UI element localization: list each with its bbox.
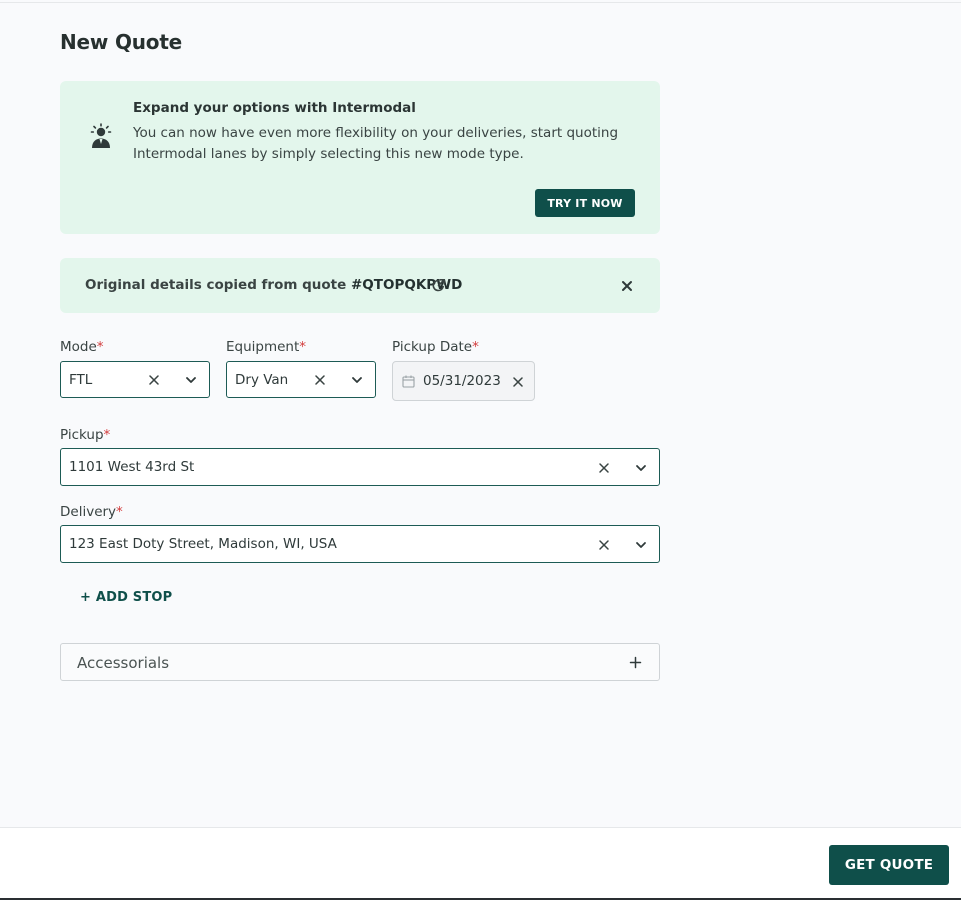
page-title: New Quote: [60, 30, 183, 54]
footer-bar: GET QUOTE: [0, 827, 961, 900]
promo-title: Expand your options with Intermodal: [133, 100, 416, 116]
try-it-now-button[interactable]: TRY IT NOW: [535, 189, 635, 217]
equipment-select[interactable]: Dry Van: [226, 361, 376, 398]
notice-prefix: Original details copied from quote: [85, 277, 351, 293]
notice-text: Original details copied from quote #QTOP…: [85, 277, 462, 293]
pickup-label-text: Pickup: [60, 427, 104, 443]
pickup-location-value: 1101 West 43rd St: [69, 459, 195, 475]
chevron-down-icon[interactable]: [184, 373, 198, 387]
promo-description: You can now have even more flexibility o…: [133, 125, 619, 162]
chevron-down-icon[interactable]: [350, 373, 364, 387]
chevron-down-icon[interactable]: [634, 461, 648, 475]
equipment-label-text: Equipment: [226, 339, 300, 355]
clear-icon[interactable]: [598, 539, 610, 551]
copied-quote-notice: Original details copied from quote #QTOP…: [60, 258, 660, 313]
delivery-location-value: 123 East Doty Street, Madison, WI, USA: [69, 536, 337, 552]
external-link-icon[interactable]: [431, 278, 446, 293]
pickup-date-label: Pickup Date*: [392, 339, 479, 355]
top-divider: [0, 2, 961, 3]
mode-label: Mode*: [60, 339, 104, 355]
delivery-label-text: Delivery: [60, 504, 117, 520]
clear-icon[interactable]: [148, 374, 160, 386]
mode-label-text: Mode: [60, 339, 97, 355]
clear-icon[interactable]: [598, 462, 610, 474]
pickup-date-value: 05/31/2023: [423, 373, 501, 389]
person-lightbulb-icon: [88, 123, 114, 149]
close-icon[interactable]: [620, 279, 634, 293]
intermodal-promo-banner: Expand your options with Intermodal You …: [60, 81, 660, 234]
get-quote-button[interactable]: GET QUOTE: [829, 845, 949, 885]
add-stop-button[interactable]: + ADD STOP: [80, 590, 172, 605]
required-marker: *: [96, 339, 104, 355]
required-marker: *: [116, 504, 123, 520]
accessorials-title: Accessorials: [77, 654, 170, 672]
chevron-down-icon[interactable]: [634, 538, 648, 552]
calendar-icon: [402, 375, 415, 388]
clear-icon[interactable]: [314, 374, 326, 386]
delivery-label: Delivery*: [60, 504, 123, 520]
clear-icon[interactable]: [512, 376, 524, 388]
required-marker: *: [299, 339, 307, 355]
pickup-date-picker[interactable]: 05/31/2023: [392, 361, 535, 401]
delivery-location-select[interactable]: 123 East Doty Street, Madison, WI, USA: [60, 525, 660, 563]
equipment-value: Dry Van: [235, 372, 289, 388]
mode-select[interactable]: FTL: [60, 361, 210, 398]
mode-value: FTL: [69, 372, 93, 388]
pickup-location-select[interactable]: 1101 West 43rd St: [60, 448, 660, 486]
required-marker: *: [103, 427, 111, 443]
equipment-label: Equipment*: [226, 339, 306, 355]
plus-icon[interactable]: [629, 656, 642, 669]
required-marker: *: [472, 339, 479, 355]
accessorials-accordion[interactable]: Accessorials: [60, 643, 660, 681]
pickup-label: Pickup*: [60, 427, 110, 443]
pickup-date-label-text: Pickup Date: [392, 339, 473, 355]
